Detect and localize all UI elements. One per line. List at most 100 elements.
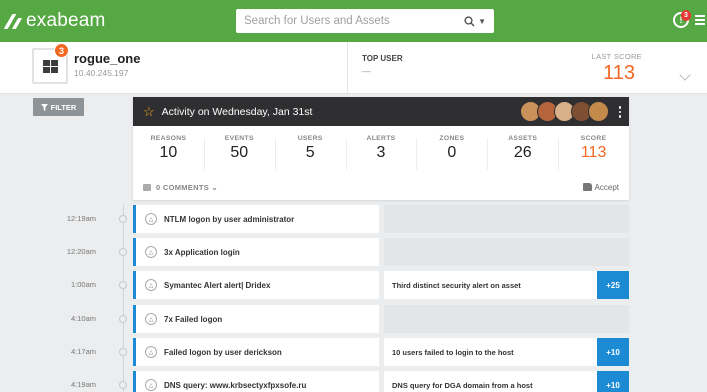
last-score-value: 113 bbox=[603, 62, 635, 84]
logo-text: exabeam bbox=[26, 10, 106, 31]
notification-badge: 3 bbox=[681, 10, 691, 21]
stat-reasons: REASONS 10 bbox=[133, 135, 204, 173]
rule-score: +25 bbox=[597, 271, 629, 299]
entity-ip: 10.40.245.197 bbox=[74, 68, 129, 78]
activity-title: Activity on Wednesday, Jan 31st bbox=[161, 105, 313, 118]
avatar-group[interactable] bbox=[520, 101, 609, 122]
stat-assets: ASSETS 26 bbox=[487, 135, 558, 173]
hamburger-menu-icon[interactable] bbox=[695, 15, 705, 25]
rule-text: Third distinct security alert on asset bbox=[392, 280, 521, 290]
rule-text: DNS query for DGA domain from a host bbox=[392, 380, 533, 390]
timeline-row: 1:00am △ Symantec Alert alert| Dridex Third… bbox=[0, 271, 707, 299]
stat-zones: ZONES 0 bbox=[416, 135, 487, 173]
event-text: Symantec Alert alert| Dridex bbox=[164, 280, 271, 290]
filter-button[interactable]: FILTER bbox=[33, 98, 84, 116]
event-time: 12:19am bbox=[66, 214, 96, 223]
stat-label: ALERTS bbox=[366, 135, 396, 142]
event-item[interactable]: △ DNS query: www.krbsectyxfpxsofe.ru bbox=[133, 371, 379, 392]
more-options-icon[interactable] bbox=[618, 106, 621, 118]
event-time: 4:17am bbox=[70, 347, 96, 356]
timeline-row: 12:19am △ NTLM logon by user administrator bbox=[0, 205, 707, 233]
activity-stats: REASONS 10 EVENTS 50 USERS 5 ALERTS 3 ZONES 0 ASSE… bbox=[133, 126, 629, 173]
entity-name: rogue_one bbox=[74, 51, 141, 66]
event-item[interactable]: △ NTLM logon by user administrator bbox=[133, 205, 379, 233]
stat-label: EVENTS bbox=[224, 135, 254, 142]
stat-value: 113 bbox=[580, 144, 607, 161]
stat-label: ZONES bbox=[439, 135, 465, 142]
comments-label: 0 COMMENTS bbox=[156, 182, 210, 192]
divider bbox=[347, 42, 348, 94]
top-user-label: TOP USER bbox=[362, 54, 403, 63]
rule-item[interactable]: DNS query for DGA domain from a host +10 bbox=[384, 371, 629, 392]
activity-card: ☆ Activity on Wednesday, Jan 31st REASON… bbox=[133, 97, 629, 200]
event-type-icon: △ bbox=[145, 279, 157, 291]
rule-score: +10 bbox=[597, 371, 629, 392]
event-text: 7x Failed logon bbox=[164, 314, 223, 324]
event-item[interactable]: △ 3x Application login bbox=[133, 238, 379, 266]
stat-label: ASSETS bbox=[508, 135, 538, 142]
risk-badge: 3 bbox=[54, 43, 69, 58]
activity-card-header: ☆ Activity on Wednesday, Jan 31st bbox=[133, 97, 629, 126]
timeline-dot bbox=[119, 348, 127, 356]
notification-icon[interactable]: ! 3 bbox=[673, 10, 691, 28]
windows-icon bbox=[42, 59, 58, 73]
rule-item[interactable]: Third distinct security alert on asset +2… bbox=[384, 271, 629, 299]
rule-score: +10 bbox=[597, 338, 629, 366]
top-bar: exabeam Search for Users and Assets ▼ ! 3 bbox=[0, 0, 707, 42]
timeline-dot bbox=[119, 281, 127, 289]
event-time: 4:19am bbox=[70, 380, 96, 389]
rule-item[interactable]: 10 users failed to login to the host +10 bbox=[384, 338, 629, 366]
rule-text: 10 users failed to login to the host bbox=[392, 347, 514, 357]
rule-item bbox=[384, 238, 629, 266]
stat-value: 26 bbox=[513, 144, 532, 161]
stat-alerts: ALERTS 3 bbox=[345, 135, 417, 173]
activity-card-footer: 0 COMMENTS ⌄ Accept bbox=[143, 181, 619, 193]
timeline-dot bbox=[119, 215, 127, 223]
event-item[interactable]: △ Failed logon by user derickson bbox=[133, 338, 379, 366]
expand-chevron-icon[interactable] bbox=[679, 69, 691, 81]
thumbs-up-icon bbox=[582, 183, 592, 191]
event-type-icon: △ bbox=[145, 246, 157, 258]
stat-label: SCORE bbox=[580, 135, 607, 142]
star-icon[interactable]: ☆ bbox=[143, 105, 155, 118]
event-time: 12:20am bbox=[66, 247, 96, 256]
exabeam-logo[interactable]: exabeam bbox=[3, 8, 106, 34]
event-item[interactable]: △ Symantec Alert alert| Dridex bbox=[133, 271, 379, 299]
chevron-down-icon: ▼ bbox=[478, 16, 486, 26]
last-score-label: LAST SCORE bbox=[591, 52, 642, 61]
entity-header: 3 rogue_one 10.40.245.197 TOP USER — LAS… bbox=[0, 42, 707, 94]
timeline-row: 4:19am △ DNS query: www.krbsectyxfpxsofe.r… bbox=[0, 371, 707, 392]
timeline-dot bbox=[119, 315, 127, 323]
event-text: Failed logon by user derickson bbox=[164, 347, 282, 357]
stat-users: USERS 5 bbox=[274, 135, 346, 173]
event-type-icon: △ bbox=[145, 313, 157, 325]
accept-button[interactable]: Accept bbox=[582, 183, 619, 192]
event-time: 1:00am bbox=[70, 280, 96, 289]
event-text: NTLM logon by user administrator bbox=[164, 214, 295, 224]
search-placeholder: Search for Users and Assets bbox=[244, 15, 390, 27]
event-text: 3x Application login bbox=[164, 247, 240, 257]
stat-score: SCORE 113 bbox=[558, 135, 629, 173]
timeline-row: 4:17am △ Failed logon by user derickson 10 … bbox=[0, 338, 707, 366]
event-item[interactable]: △ 7x Failed logon bbox=[133, 305, 379, 333]
stat-value: 50 bbox=[230, 144, 249, 161]
stat-value: 10 bbox=[159, 144, 178, 161]
timeline-dot bbox=[119, 248, 127, 256]
stat-label: REASONS bbox=[150, 135, 187, 142]
event-time: 4:10am bbox=[70, 314, 96, 323]
chevron-down-icon: ⌄ bbox=[211, 182, 218, 192]
filter-icon bbox=[40, 103, 48, 111]
stat-value: 3 bbox=[376, 144, 386, 161]
search-input[interactable]: Search for Users and Assets ▼ bbox=[236, 9, 494, 33]
search-icon[interactable]: ▼ bbox=[464, 15, 486, 27]
filter-label: FILTER bbox=[50, 102, 77, 112]
timeline-row: 4:10am △ 7x Failed logon bbox=[0, 305, 707, 333]
stat-value: 0 bbox=[447, 144, 457, 161]
avatar[interactable] bbox=[588, 101, 609, 122]
event-text: DNS query: www.krbsectyxfpxsofe.ru bbox=[164, 380, 307, 390]
rule-item bbox=[384, 305, 629, 333]
timeline-dot bbox=[119, 381, 127, 389]
comment-icon bbox=[143, 183, 151, 191]
comments-toggle[interactable]: 0 COMMENTS ⌄ bbox=[156, 183, 218, 192]
event-type-icon: △ bbox=[145, 213, 157, 225]
